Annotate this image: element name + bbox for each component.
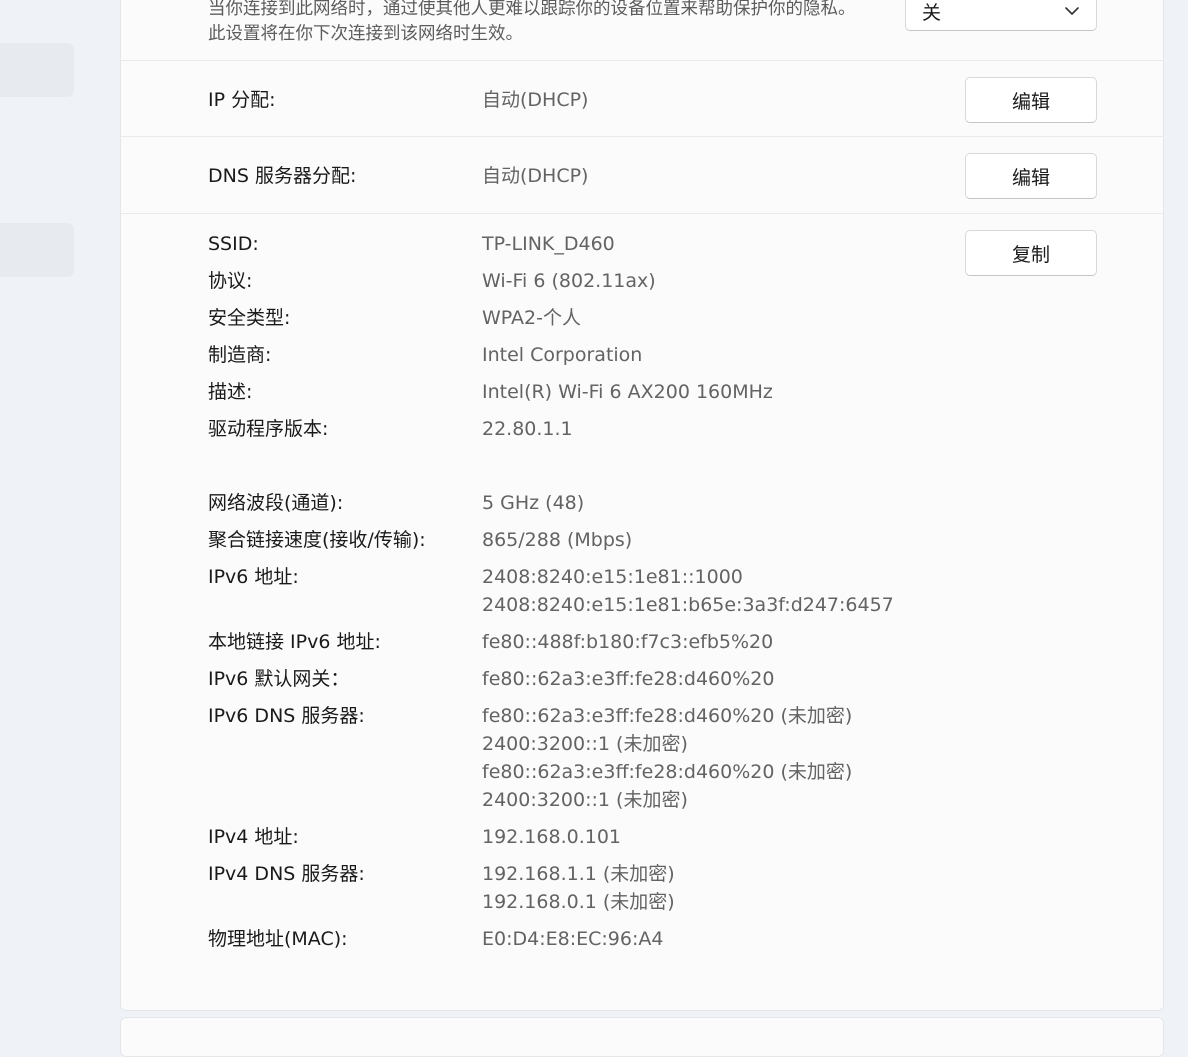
ipv4-address-label: IPv4 地址:	[208, 826, 299, 848]
link-local-ipv6-value-line: fe80::488f:b180:f7c3:efb5%20	[482, 631, 774, 653]
driver-version-value-line: 22.80.1.1	[482, 418, 573, 440]
driver-version-label: 驱动程序版本:	[208, 418, 329, 440]
dns-assignment-label: DNS 服务器分配:	[208, 165, 357, 187]
security-type-label: 安全类型:	[208, 307, 291, 329]
manufacturer-value-line: Intel Corporation	[482, 344, 643, 366]
security-type-value-line: WPA2-个人	[482, 307, 581, 329]
row-divider	[121, 136, 1163, 137]
ipv4-address-value-line: 192.168.0.101	[482, 826, 622, 848]
ipv4-dns-value: 192.168.1.1 (未加密) 192.168.0.1 (未加密)	[482, 860, 675, 916]
ipv4-address-value: 192.168.0.101	[482, 823, 621, 851]
network-band-value: 5 GHz (48)	[482, 489, 584, 517]
next-settings-card	[120, 1017, 1164, 1057]
ip-assignment-label: IP 分配:	[208, 89, 276, 111]
ssid-value-line: TP-LINK_D460	[482, 233, 615, 255]
security-type-value: WPA2-个人	[482, 304, 581, 332]
ipv6-gateway-value-line: fe80::62a3:e3ff:fe28:d460%20	[482, 668, 775, 690]
ipv4-dns-value-line: 192.168.0.1 (未加密)	[482, 891, 675, 913]
ipv6-dns-value-line: 2400:3200::1 (未加密)	[482, 733, 688, 755]
edit-dns-assignment-button[interactable]: 编辑	[965, 153, 1097, 199]
ipv6-dns-value: fe80::62a3:e3ff:fe28:d460%20 (未加密) 2400:…	[482, 702, 852, 814]
ipv6-dns-label: IPv6 DNS 服务器:	[208, 705, 365, 727]
privacy-dropdown-value: 关	[922, 2, 942, 24]
ipv6-address-value: 2408:8240:e15:1e81::1000 2408:8240:e15:1…	[482, 563, 894, 619]
ipv4-dns-label: IPv4 DNS 服务器:	[208, 863, 365, 885]
ipv6-address-value-line: 2408:8240:e15:1e81:b65e:3a3f:d247:6457	[482, 594, 894, 616]
copy-properties-button[interactable]: 复制	[965, 230, 1097, 276]
description-value-line: Intel(R) Wi-Fi 6 AX200 160MHz	[482, 381, 773, 403]
protocol-label: 协议:	[208, 270, 253, 292]
description-label: 描述:	[208, 381, 253, 403]
link-local-ipv6-value: fe80::488f:b180:f7c3:efb5%20	[482, 628, 773, 656]
ipv6-dns-value-line: fe80::62a3:e3ff:fe28:d460%20 (未加密)	[482, 705, 853, 727]
network-band-label: 网络波段(通道):	[208, 492, 344, 514]
privacy-dropdown[interactable]: 关	[905, 0, 1097, 31]
dns-assignment-value: 自动(DHCP)	[482, 165, 589, 187]
ipv6-gateway-label: IPv6 默认网关：	[208, 668, 350, 690]
mac-address-value: E0:D4:E8:EC:96:A4	[482, 925, 663, 953]
ssid-label: SSID:	[208, 233, 259, 255]
ssid-value: TP-LINK_D460	[482, 230, 615, 258]
privacy-description-line2: 此设置将在你下次连接到该网络时生效。	[208, 24, 523, 44]
ipv6-gateway-value: fe80::62a3:e3ff:fe28:d460%20	[482, 665, 774, 693]
network-band-value-line: 5 GHz (48)	[482, 492, 585, 514]
driver-version-value: 22.80.1.1	[482, 415, 573, 443]
mac-address-value-line: E0:D4:E8:EC:96:A4	[482, 928, 664, 950]
mac-address-label: 物理地址(MAC):	[208, 928, 348, 950]
privacy-description-line1: 当你连接到此网络时，通过使其他人更难以跟踪你的设备位置来帮助保护你的隐私。	[208, 0, 856, 19]
sidebar-item-placeholder[interactable]	[0, 223, 74, 277]
ip-assignment-value: 自动(DHCP)	[482, 89, 589, 111]
ipv6-address-label: IPv6 地址:	[208, 566, 299, 588]
link-speed-value: 865/288 (Mbps)	[482, 526, 632, 554]
ipv6-address-value-line: 2408:8240:e15:1e81::1000	[482, 566, 743, 588]
ipv4-dns-value-line: 192.168.1.1 (未加密)	[482, 863, 675, 885]
chevron-down-icon	[1065, 7, 1079, 15]
protocol-value-line: Wi-Fi 6 (802.11ax)	[482, 270, 656, 292]
ipv6-dns-value-line: fe80::62a3:e3ff:fe28:d460%20 (未加密)	[482, 761, 853, 783]
edit-ip-assignment-button[interactable]: 编辑	[965, 77, 1097, 123]
row-divider	[121, 60, 1163, 61]
ipv6-dns-value-line: 2400:3200::1 (未加密)	[482, 789, 688, 811]
row-divider	[121, 213, 1163, 214]
manufacturer-label: 制造商:	[208, 344, 272, 366]
privacy-setting-description: 当你连接到此网络时，通过使其他人更难以跟踪你的设备位置来帮助保护你的隐私。 此设…	[208, 0, 856, 47]
protocol-value: Wi-Fi 6 (802.11ax)	[482, 267, 656, 295]
sidebar-item-placeholder[interactable]	[0, 43, 74, 97]
link-local-ipv6-label: 本地链接 IPv6 地址:	[208, 631, 381, 653]
description-value: Intel(R) Wi-Fi 6 AX200 160MHz	[482, 378, 773, 406]
manufacturer-value: Intel Corporation	[482, 341, 642, 369]
link-speed-label: 聚合链接速度(接收/传输):	[208, 529, 426, 551]
link-speed-value-line: 865/288 (Mbps)	[482, 529, 633, 551]
